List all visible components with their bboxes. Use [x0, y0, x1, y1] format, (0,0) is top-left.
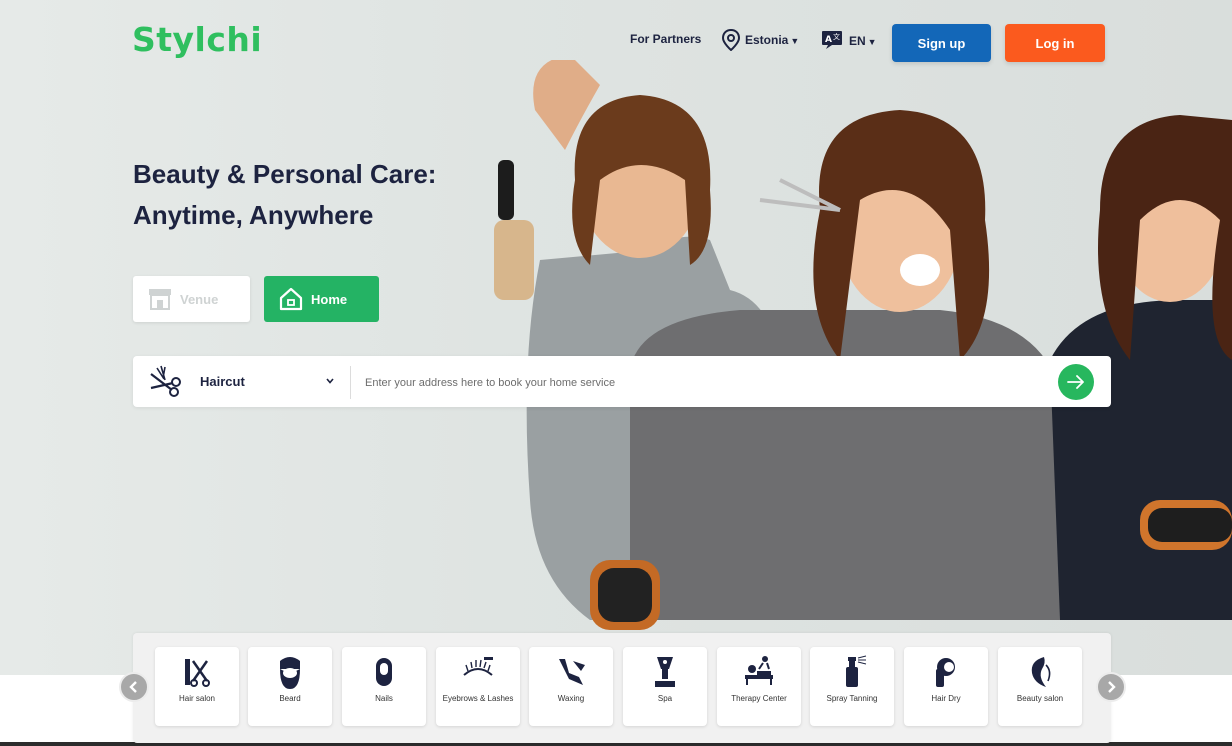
home-tab[interactable]: Home	[264, 276, 379, 322]
svg-text:A: A	[825, 35, 832, 45]
for-partners-link[interactable]: For Partners	[630, 32, 701, 46]
login-button[interactable]: Log in	[1005, 24, 1105, 62]
home-label: Home	[311, 291, 348, 307]
caret-down-icon: ▼	[790, 36, 800, 46]
category-carousel: Hair salon Beard Nails Eyebrows & Lashes Wax…	[133, 633, 1111, 743]
headline-line-1: Beauty & Personal Care:	[133, 159, 437, 189]
beard-icon	[280, 657, 300, 689]
search-divider	[350, 366, 351, 399]
arrow-right-icon	[1067, 375, 1084, 389]
category-card[interactable]: Spa	[623, 647, 707, 726]
category-label: Hair salon	[178, 694, 215, 703]
language-value: EN	[849, 34, 866, 48]
category-card[interactable]: Spray Tanning	[810, 647, 894, 726]
spray-tanning-icon	[846, 655, 867, 687]
category-card[interactable]: Therapy Center	[717, 647, 801, 726]
category-card[interactable]: Eyebrows & Lashes	[436, 647, 520, 726]
waxing-icon	[559, 659, 585, 685]
location-pin-icon	[721, 29, 741, 51]
category-label: Eyebrows & Lashes	[442, 694, 514, 703]
category-card[interactable]: Beard	[248, 647, 332, 726]
category-card[interactable]: Beauty salon	[998, 647, 1082, 726]
venue-tab[interactable]: Venue	[133, 276, 250, 322]
caret-down-icon: ▼	[867, 37, 877, 47]
hero-headline: Beauty & Personal Care: Anytime, Anywher…	[133, 154, 436, 236]
search-submit-button[interactable]	[1058, 364, 1094, 400]
address-input[interactable]	[363, 369, 1047, 397]
category-label: Therapy Center	[731, 694, 787, 703]
service-value: Haircut	[200, 374, 245, 389]
category-card[interactable]: Waxing	[529, 647, 613, 726]
headline-line-2: Anytime, Anywhere	[133, 200, 374, 230]
language-selector[interactable]: EN ▼	[849, 34, 877, 48]
svg-text:文: 文	[833, 32, 840, 41]
category-label: Spray Tanning	[826, 694, 878, 703]
chevron-right-icon	[1108, 681, 1116, 693]
category-label: Hair Dry	[931, 694, 961, 703]
carousel-prev-button[interactable]	[119, 672, 149, 702]
translate-icon: A 文	[822, 31, 842, 49]
category-label: Spa	[657, 694, 673, 703]
search-bar: Haircut	[133, 356, 1111, 407]
chevron-down-icon	[326, 378, 334, 384]
stylchi-logo[interactable]: Stylchi	[132, 20, 262, 59]
beauty-salon-icon	[1031, 657, 1051, 687]
chevron-left-icon	[129, 681, 137, 693]
eyebrows-lashes-icon	[463, 657, 493, 676]
storefront-icon	[149, 289, 171, 310]
category-card[interactable]: Hair salon	[155, 647, 239, 726]
scissors-icon	[150, 365, 181, 397]
signup-button[interactable]: Sign up	[892, 24, 991, 62]
hair-dry-icon	[936, 658, 955, 687]
venue-label: Venue	[180, 291, 219, 307]
category-label: Nails	[375, 694, 393, 703]
nails-icon	[376, 658, 392, 686]
category-card[interactable]: Nails	[342, 647, 426, 726]
carousel-next-button[interactable]	[1096, 672, 1126, 702]
location-selector[interactable]: Estonia ▼	[745, 33, 799, 47]
spa-icon	[655, 657, 675, 687]
category-card[interactable]: Hair Dry	[904, 647, 988, 726]
therapy-center-icon	[745, 656, 773, 685]
hair-salon-icon	[185, 659, 210, 687]
category-label: Waxing	[557, 694, 585, 703]
home-icon	[279, 287, 303, 311]
location-value: Estonia	[745, 33, 789, 47]
category-label: Beauty salon	[1016, 694, 1064, 703]
category-label: Beard	[279, 694, 301, 703]
